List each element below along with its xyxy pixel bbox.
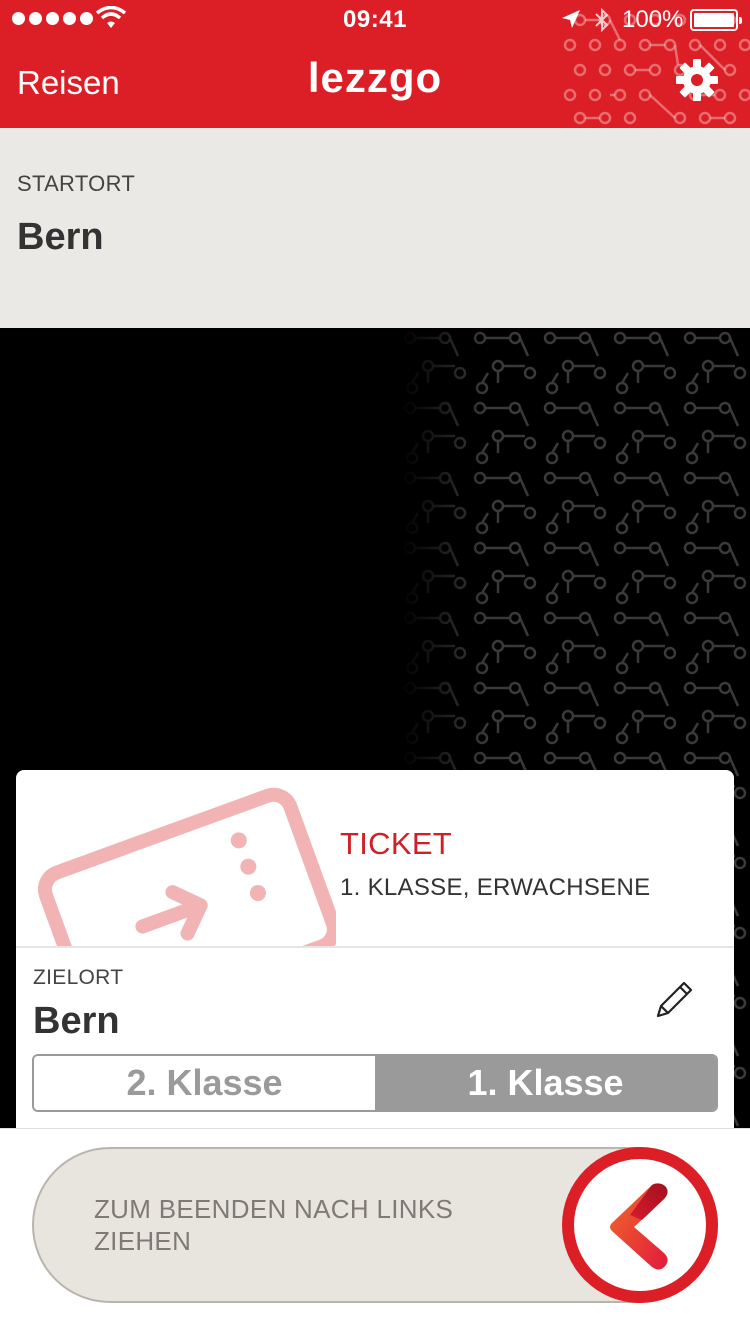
destination-value: Bern — [33, 1000, 120, 1042]
class-selector[interactable]: 2. Klasse 1. Klasse — [32, 1054, 718, 1112]
battery-percentage: 100% — [622, 6, 684, 33]
bottom-bar: ZUM BEENDEN NACH LINKS ZIEHEN — [0, 1128, 750, 1334]
start-location-label: STARTORT — [17, 171, 136, 196]
finish-slider-knob[interactable] — [562, 1147, 718, 1303]
ticket-icon — [37, 787, 336, 946]
top-bar: 09:41 100% Reisen lezzgo — [0, 0, 750, 128]
ticket-detail: 1. KLASSE, ERWACHSENE — [340, 874, 651, 901]
divider — [16, 946, 734, 948]
class-option-first[interactable]: 1. Klasse — [375, 1056, 716, 1110]
ticket-type: TICKET — [340, 826, 453, 861]
battery-icon — [690, 9, 742, 31]
start-location-value: Bern — [17, 216, 104, 258]
app-title: lezzgo — [307, 54, 443, 101]
class-option-second[interactable]: 2. Klasse — [34, 1056, 375, 1110]
ticket-card: TICKET 1. KLASSE, ERWACHSENE ZIELORT Ber… — [16, 770, 734, 1130]
gear-icon[interactable] — [675, 58, 719, 102]
destination-label: ZIELORT — [33, 966, 124, 989]
finish-slider-label: ZUM BEENDEN NACH LINKS ZIEHEN — [94, 1194, 454, 1256]
location-arrow-icon — [562, 10, 580, 28]
status-bar: 09:41 100% — [0, 0, 750, 40]
start-location-panel[interactable]: STARTORT Bern — [0, 128, 750, 328]
bluetooth-icon — [595, 7, 609, 33]
lezzgo-logo-icon — [610, 1183, 668, 1270]
pencil-icon[interactable] — [652, 978, 696, 1022]
